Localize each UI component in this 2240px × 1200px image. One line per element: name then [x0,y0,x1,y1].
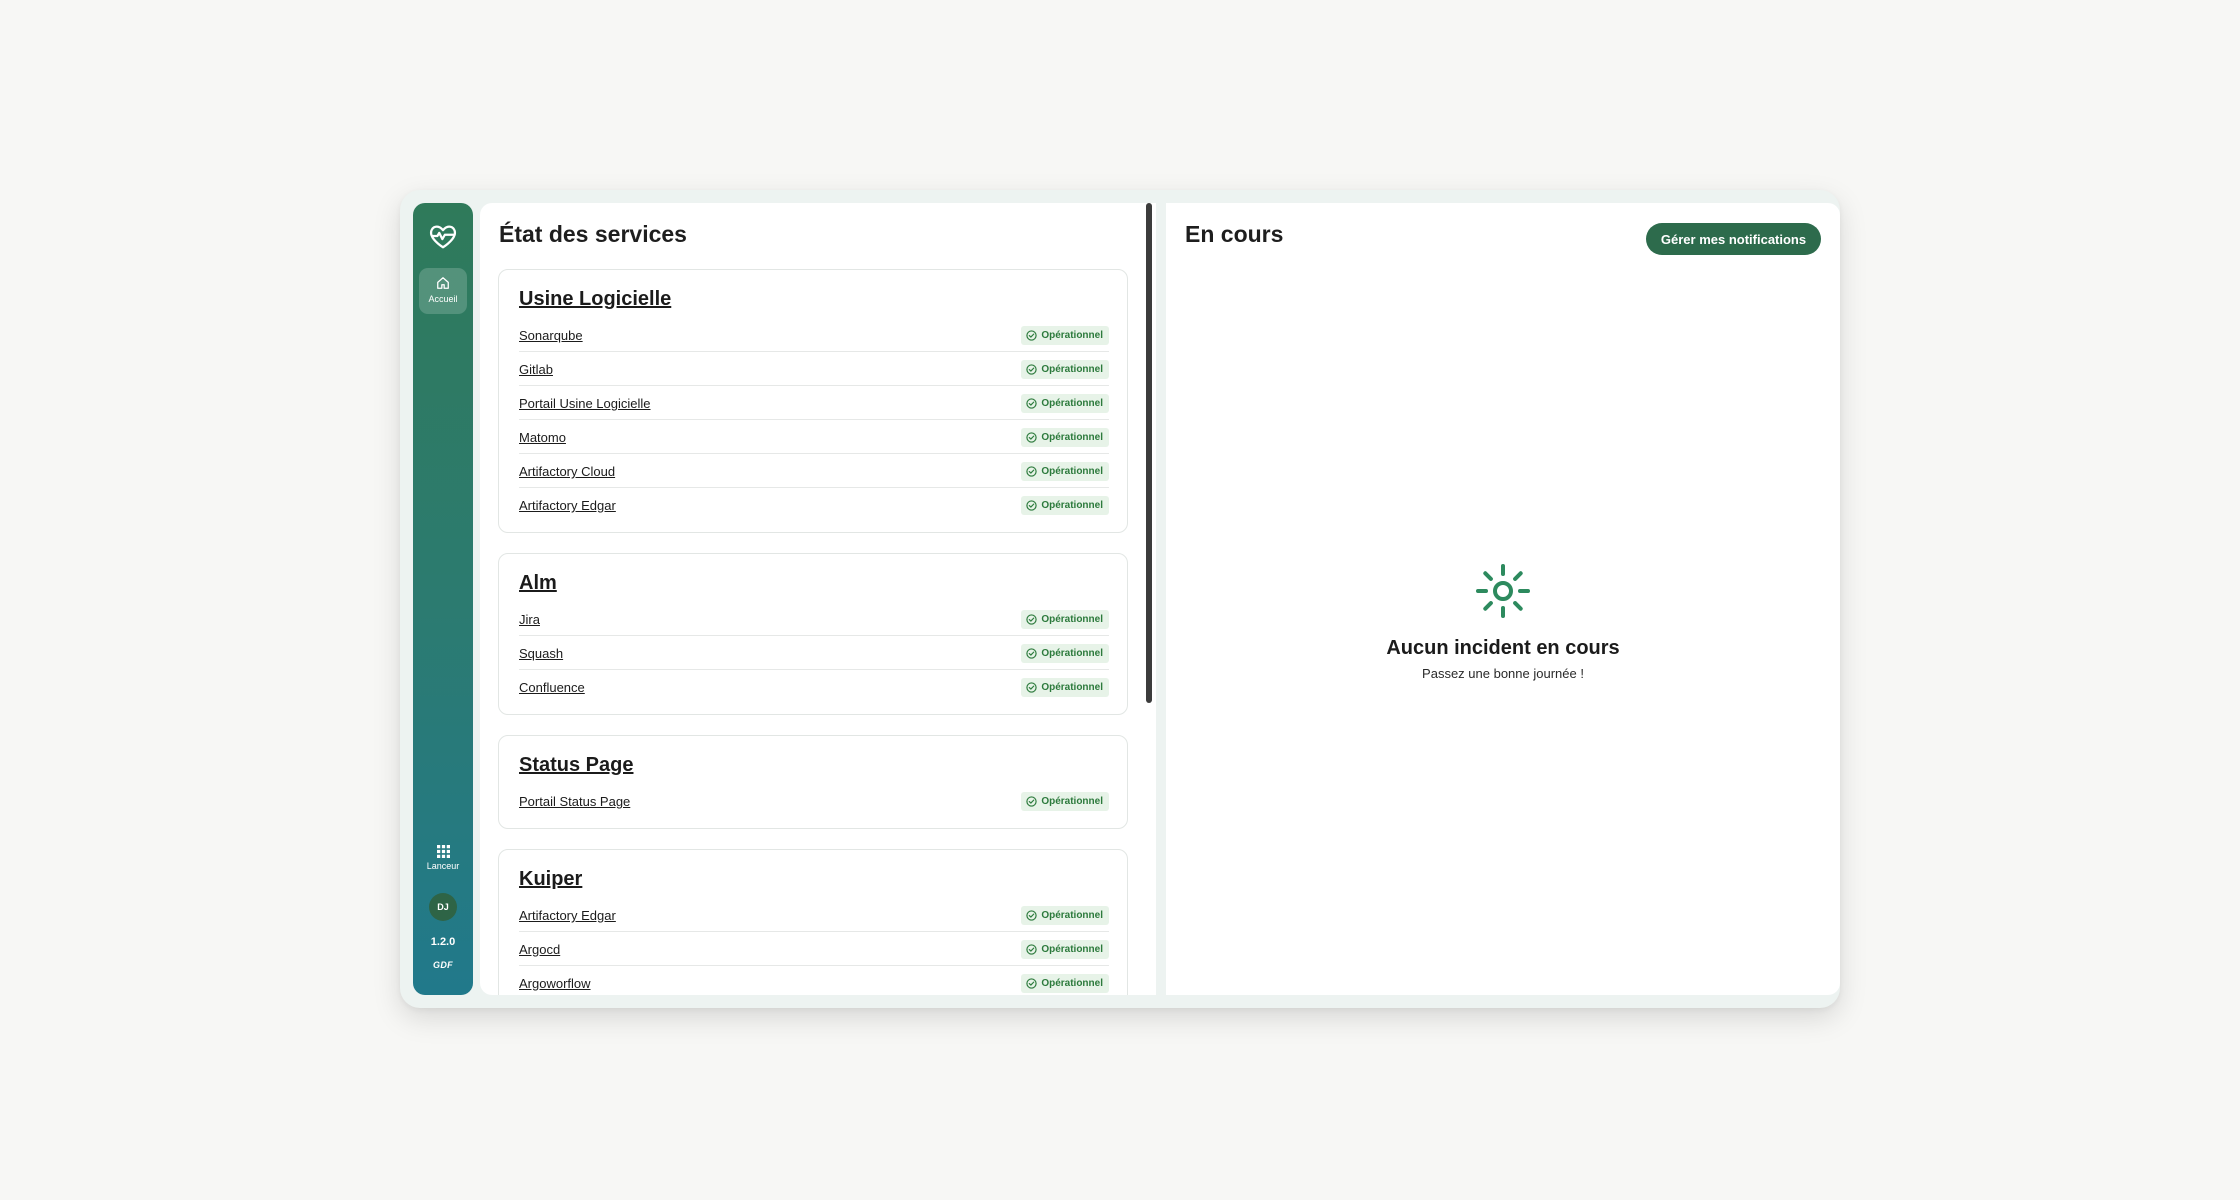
service-group: Status Page Portail Status Page Opérationn… [498,735,1128,829]
status-badge: Opérationnel [1021,974,1109,993]
service-group: Alm Jira Opérationnel Squash Opérationnel Con… [498,553,1128,715]
status-badge: Opérationnel [1021,428,1109,447]
status-badge: Opérationnel [1021,496,1109,515]
service-group-title[interactable]: Kuiper [519,868,582,891]
service-group: Kuiper Artifactory Edgar Opérationnel Argoc… [498,849,1128,995]
incidents-title: En cours [1185,221,1284,247]
service-row: Argocd Opérationnel [519,932,1109,966]
heart-pulse-icon[interactable] [428,221,458,251]
service-row: Sonarqube Opérationnel [519,318,1109,352]
check-circle-icon [1026,910,1037,921]
service-link[interactable]: Gitlab [519,362,553,377]
sidebar: Accueil Lanceur DJ 1.2.0 GDF [413,203,473,995]
status-badge-label: Opérationnel [1041,432,1103,443]
check-circle-icon [1026,648,1037,659]
check-circle-icon [1026,682,1037,693]
status-badge: Opérationnel [1021,792,1109,811]
service-row: Portail Usine Logicielle Opérationnel [519,386,1109,420]
service-link[interactable]: Sonarqube [519,328,583,343]
status-badge-label: Opérationnel [1041,796,1103,807]
service-group: Usine Logicielle Sonarqube Opérationnel Git… [498,269,1128,533]
status-badge: Opérationnel [1021,940,1109,959]
service-row: Artifactory Cloud Opérationnel [519,454,1109,488]
service-link[interactable]: Artifactory Edgar [519,498,616,513]
status-badge-label: Opérationnel [1041,682,1103,693]
status-badge-label: Opérationnel [1041,944,1103,955]
version-label: 1.2.0 [430,936,456,948]
service-row: Argoworflow Opérationnel [519,966,1109,995]
manage-notifications-button[interactable]: Gérer mes notifications [1646,223,1821,255]
status-badge: Opérationnel [1021,462,1109,481]
service-link[interactable]: Squash [519,646,563,661]
sidebar-item-launcher[interactable]: Lanceur [419,839,467,879]
scrollbar[interactable] [1146,203,1152,703]
status-badge: Opérationnel [1021,678,1109,697]
service-link[interactable]: Artifactory Edgar [519,908,616,923]
status-badge-label: Opérationnel [1041,466,1103,477]
service-row: Squash Opérationnel [519,636,1109,670]
sun-icon [1476,564,1530,618]
service-row: Jira Opérationnel [519,602,1109,636]
service-row: Artifactory Edgar Opérationnel [519,488,1109,522]
status-badge-label: Opérationnel [1041,648,1103,659]
sidebar-item-home-label: Accueil [428,294,458,304]
status-badge-label: Opérationnel [1041,364,1103,375]
service-row: Portail Status Page Opérationnel [519,784,1109,818]
service-group-title[interactable]: Status Page [519,754,633,777]
home-icon [437,277,449,289]
incidents-panel: En cours Gérer mes notifications Aucun i… [1166,203,1840,995]
service-link[interactable]: Argoworflow [519,976,591,991]
brand-logo: GDF [433,960,453,970]
status-badge: Opérationnel [1021,644,1109,663]
service-link[interactable]: Matomo [519,430,566,445]
check-circle-icon [1026,398,1037,409]
service-link[interactable]: Argocd [519,942,560,957]
service-row: Artifactory Edgar Opérationnel [519,898,1109,932]
service-row: Gitlab Opérationnel [519,352,1109,386]
status-badge-label: Opérationnel [1041,978,1103,989]
check-circle-icon [1026,796,1037,807]
status-badge: Opérationnel [1021,394,1109,413]
check-circle-icon [1026,944,1037,955]
check-circle-icon [1026,500,1037,511]
service-group-title[interactable]: Alm [519,572,557,595]
app-window: Accueil Lanceur DJ 1.2.0 GDF État des se… [400,190,1840,1008]
page-title: État des services [499,221,687,247]
service-group-title[interactable]: Usine Logicielle [519,288,671,311]
status-badge: Opérationnel [1021,610,1109,629]
services-status-panel: État des services Usine Logicielle Sonarq… [480,203,1156,995]
sidebar-item-home[interactable]: Accueil [419,268,467,314]
status-badge-label: Opérationnel [1041,614,1103,625]
grid-icon [437,845,450,858]
service-link[interactable]: Artifactory Cloud [519,464,615,479]
status-badge: Opérationnel [1021,326,1109,345]
check-circle-icon [1026,466,1037,477]
empty-state-subtitle: Passez une bonne journée ! [1422,666,1584,681]
status-badge-label: Opérationnel [1041,500,1103,511]
status-badge-label: Opérationnel [1041,330,1103,341]
service-row: Matomo Opérationnel [519,420,1109,454]
avatar[interactable]: DJ [429,893,457,921]
service-link[interactable]: Portail Status Page [519,794,630,809]
status-badge-label: Opérationnel [1041,910,1103,921]
service-link[interactable]: Portail Usine Logicielle [519,396,651,411]
check-circle-icon [1026,978,1037,989]
status-badge: Opérationnel [1021,360,1109,379]
sidebar-item-launcher-label: Lanceur [426,861,460,871]
check-circle-icon [1026,330,1037,341]
check-circle-icon [1026,614,1037,625]
check-circle-icon [1026,432,1037,443]
status-badge: Opérationnel [1021,906,1109,925]
status-badge-label: Opérationnel [1041,398,1103,409]
check-circle-icon [1026,364,1037,375]
service-link[interactable]: Confluence [519,680,585,695]
service-link[interactable]: Jira [519,612,540,627]
service-row: Confluence Opérationnel [519,670,1109,704]
empty-state-title: Aucun incident en cours [1386,637,1620,659]
